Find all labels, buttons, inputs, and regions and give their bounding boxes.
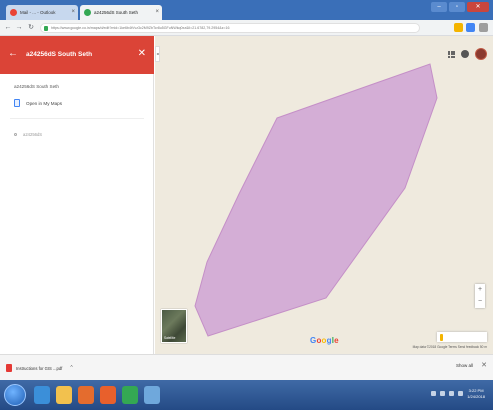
pdf-file-icon xyxy=(6,364,12,372)
google-logo: Google xyxy=(310,336,339,345)
zoom-control: + − xyxy=(475,284,485,308)
firefox-icon[interactable] xyxy=(100,386,116,404)
back-arrow-icon[interactable]: ← xyxy=(8,49,18,59)
tab-label: a24256dS South Seth xyxy=(94,10,139,15)
reload-button[interactable]: ↻ xyxy=(26,23,36,33)
document-icon xyxy=(14,99,20,107)
app-icon[interactable] xyxy=(144,386,160,404)
street-view-bar[interactable] xyxy=(437,332,487,342)
apps-grid-icon[interactable] xyxy=(448,50,455,58)
tab-close-icon[interactable]: × xyxy=(71,5,75,20)
downloads-bar: Instructions for GIS ...pdf ^ Show all ✕ xyxy=(0,354,493,380)
satellite-toggle[interactable]: Satellite xyxy=(161,309,187,343)
divider xyxy=(10,118,144,119)
map-title: a24256dS South Seth xyxy=(26,51,93,58)
map-attribution: Map data ©2018 Google Terms Send feedbac… xyxy=(412,345,487,349)
clock-time: 3:22 PM xyxy=(468,388,484,393)
close-window-button[interactable]: ✕ xyxy=(467,2,489,12)
network-icon[interactable] xyxy=(440,391,446,396)
map-svg xyxy=(194,63,438,337)
explorer-icon[interactable] xyxy=(56,386,72,404)
zoom-out-button[interactable]: − xyxy=(475,296,485,308)
open-in-my-maps-label: Open in My Maps xyxy=(26,100,62,106)
layer-checkbox-icon[interactable] xyxy=(14,133,17,136)
download-item[interactable]: Instructions for GIS ...pdf ^ xyxy=(6,361,73,375)
clock-date: 1/24/2018 xyxy=(467,393,485,399)
map-name: a24256dS South Seth xyxy=(14,84,59,89)
window-controls: – ▫ ✕ xyxy=(431,2,489,12)
url-input[interactable]: https://www.google.co.in/maps/d/edit?mid… xyxy=(40,23,420,33)
url-text: https://www.google.co.in/maps/d/edit?mid… xyxy=(51,26,230,30)
notifications-icon[interactable] xyxy=(461,50,469,58)
volume-icon[interactable] xyxy=(449,391,455,396)
tab-outlook[interactable]: Mail - ... - Outlook × xyxy=(6,5,78,20)
star-icon[interactable] xyxy=(454,23,463,32)
taskbar: 3:22 PM 1/24/2018 xyxy=(0,380,493,410)
media-icon[interactable] xyxy=(78,386,94,404)
ie-icon[interactable] xyxy=(34,386,50,404)
satellite-label: Satellite xyxy=(164,336,176,340)
pegman-icon[interactable] xyxy=(440,333,443,341)
sidebar-header: ← a24256dS South Seth ✕ xyxy=(0,36,154,74)
lock-icon xyxy=(44,26,48,31)
tab-close-icon[interactable]: × xyxy=(155,5,159,20)
layer-label: a24256dS xyxy=(23,132,43,137)
browser-tab-strip: Mail - ... - Outlook × a24256dS South Se… xyxy=(0,0,493,20)
address-bar-row: ← → ↻ https://www.google.co.in/maps/d/ed… xyxy=(0,20,493,36)
maps-favicon-icon xyxy=(84,9,91,16)
extension-icon[interactable] xyxy=(466,23,475,32)
flag-icon[interactable] xyxy=(458,391,464,396)
clock[interactable]: 3:22 PM 1/24/2018 xyxy=(467,388,485,399)
collapse-sidebar-button[interactable]: ◂ xyxy=(155,46,160,62)
outlook-favicon-icon xyxy=(10,9,17,16)
show-all-button[interactable]: Show all xyxy=(456,363,473,368)
chrome-icon[interactable] xyxy=(122,386,138,404)
close-downloads-icon[interactable]: ✕ xyxy=(481,361,487,369)
zoom-in-button[interactable]: + xyxy=(475,284,485,296)
tray-arrow-icon[interactable] xyxy=(431,391,437,396)
download-file-name: Instructions for GIS ...pdf xyxy=(16,365,63,371)
tab-my-maps[interactable]: a24256dS South Seth × xyxy=(80,5,162,20)
start-button[interactable] xyxy=(4,384,26,406)
polygon-shape[interactable] xyxy=(194,63,438,337)
back-button[interactable]: ← xyxy=(3,23,13,33)
map-sidebar: ← a24256dS South Seth ✕ a24256dS South S… xyxy=(0,36,154,354)
minimize-button[interactable]: – xyxy=(431,2,447,12)
chevron-up-icon[interactable]: ^ xyxy=(70,365,72,371)
close-icon[interactable]: ✕ xyxy=(138,48,146,59)
forward-button[interactable]: → xyxy=(14,23,24,33)
avatar[interactable] xyxy=(475,48,487,60)
layer-item[interactable]: a24256dS xyxy=(14,132,42,137)
map-canvas[interactable]: Satellite Google + − Map data ©2018 Goog… xyxy=(155,36,493,354)
system-tray: 3:22 PM 1/24/2018 xyxy=(431,388,485,399)
maximize-button[interactable]: ▫ xyxy=(449,2,465,12)
map-top-icons xyxy=(448,48,487,60)
open-in-my-maps-link[interactable]: Open in My Maps xyxy=(14,98,62,108)
tab-label: Mail - ... - Outlook xyxy=(20,10,56,15)
menu-icon[interactable] xyxy=(479,23,488,32)
